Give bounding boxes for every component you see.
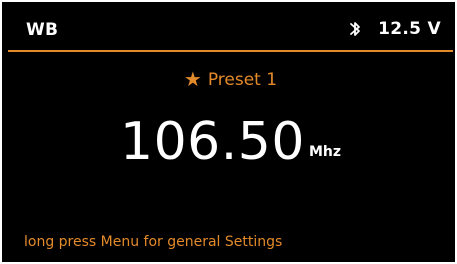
preset-label: Preset 1 — [207, 70, 278, 90]
preset-indicator: ★ Preset 1 — [8, 67, 453, 91]
radio-screen: WB 12.5 V ★ Preset 1 106.50 Mhz long pre… — [0, 0, 457, 264]
frequency-value: 106.50 — [120, 112, 305, 172]
status-right: 12.5 V — [348, 19, 441, 39]
frequency-display: 106.50 Mhz — [8, 116, 453, 168]
star-icon: ★ — [183, 67, 202, 91]
bluetooth-icon — [348, 19, 362, 39]
hint-text: long press Menu for general Settings — [24, 234, 283, 250]
hint-bar: long press Menu for general Settings — [8, 224, 453, 260]
mode-title: WB — [26, 20, 59, 40]
status-bar: WB 12.5 V — [8, 8, 453, 50]
tuner-area: ★ Preset 1 106.50 Mhz — [8, 52, 453, 222]
voltage-readout: 12.5 V — [378, 19, 441, 39]
frequency-unit: Mhz — [308, 144, 341, 160]
